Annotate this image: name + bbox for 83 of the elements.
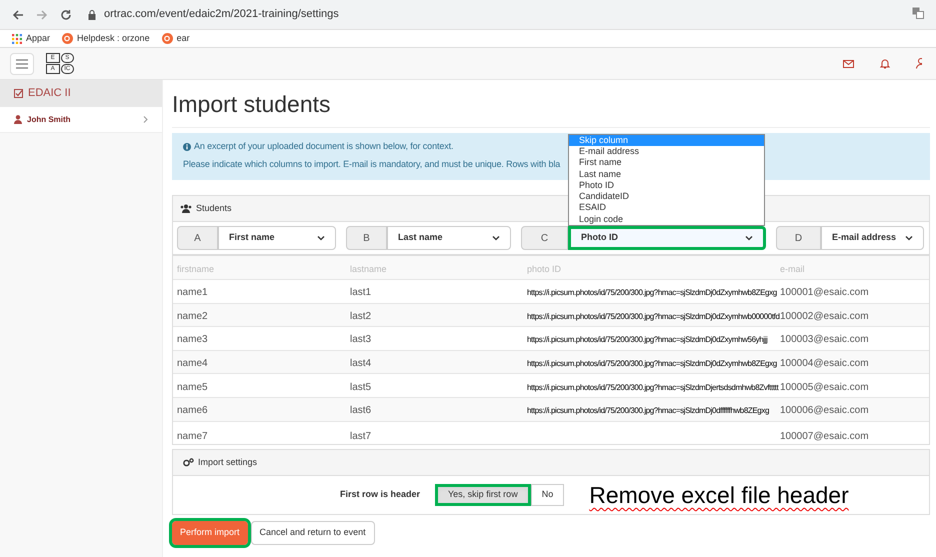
column-letter: D bbox=[776, 226, 821, 250]
caret-down-icon bbox=[317, 236, 325, 240]
info-icon bbox=[183, 142, 191, 151]
column-header: e-mail bbox=[780, 264, 805, 274]
dropdown-option[interactable]: Photo ID bbox=[569, 180, 764, 192]
table-cell: name5 bbox=[177, 382, 208, 393]
back-icon[interactable] bbox=[12, 8, 24, 20]
column-header: firstname bbox=[177, 264, 214, 274]
toggle-button[interactable]: Yes, skip first row bbox=[435, 484, 531, 506]
chevron-right-icon bbox=[143, 116, 148, 123]
table-cell: name1 bbox=[177, 287, 208, 298]
column-header: lastname bbox=[350, 264, 387, 274]
caret-down-icon bbox=[492, 236, 500, 240]
table-cell: last2 bbox=[350, 310, 372, 322]
sidebar-item[interactable]: John Smith bbox=[0, 107, 162, 133]
caret-down-icon bbox=[745, 236, 753, 240]
column-select[interactable]: Photo ID bbox=[568, 226, 766, 250]
url-text: ortrac.com/event/edaic2m/2021-training/settings bbox=[104, 7, 339, 22]
column-select[interactable]: Last name bbox=[387, 226, 511, 250]
annotation-text: Remove excel file header bbox=[589, 480, 849, 510]
reload-icon[interactable] bbox=[60, 8, 72, 20]
dropdown-option[interactable]: First name bbox=[569, 157, 764, 169]
table-cell: last5 bbox=[350, 382, 372, 393]
toggle-button[interactable]: No bbox=[530, 484, 564, 506]
table-cell: name2 bbox=[177, 310, 208, 322]
dropdown-option[interactable]: Login code bbox=[569, 214, 764, 225]
person-icon bbox=[14, 115, 22, 124]
dropdown-option[interactable]: Last name bbox=[569, 168, 764, 180]
sidebar-item[interactable]: EDAIC II bbox=[0, 80, 162, 107]
table-cell: 100003@esaic.com bbox=[780, 334, 869, 346]
bell-icon[interactable] bbox=[880, 58, 890, 69]
site-favicon-icon bbox=[62, 33, 74, 44]
group-icon bbox=[180, 204, 192, 213]
table-cell: 100001@esaic.com bbox=[780, 287, 869, 298]
table-cell: last7 bbox=[350, 430, 372, 442]
bookmark-link[interactable]: Helpdesk : orzone bbox=[77, 32, 150, 46]
alert-text: An excerpt of your uploaded document is shown below, for context. bbox=[194, 140, 454, 153]
table-cell: name4 bbox=[177, 358, 208, 370]
table-cell: https://i.picsum.photos/id/75/200/300.jpg?hmac=sjSlzdmDj0dZxymhwb8ZEgxg bbox=[527, 359, 777, 368]
table-cell: last1 bbox=[350, 287, 372, 298]
column-letter: B bbox=[346, 226, 387, 250]
panel-title: Students bbox=[196, 202, 232, 215]
lock-icon bbox=[88, 10, 96, 20]
site-favicon-icon bbox=[162, 33, 173, 44]
alert-text: Please indicate which columns to import. E-mail is mandatory, and must be unique. Rows with bla bbox=[183, 158, 560, 171]
dropdown-option[interactable]: CandidateID bbox=[569, 191, 764, 202]
gears-icon bbox=[183, 458, 194, 467]
table-cell: last3 bbox=[350, 334, 372, 346]
table-cell: name7 bbox=[177, 430, 208, 442]
table-cell: 100007@esaic.com bbox=[780, 430, 869, 442]
table-cell: name6 bbox=[177, 405, 208, 416]
column-header: photo ID bbox=[527, 264, 562, 274]
table-cell: https://i.picsum.photos/id/75/200/300.jpg?hmac=sjSlzdmDjertsdsdmhwb8Zvfttttt bbox=[527, 382, 778, 392]
apps-grid-icon bbox=[12, 34, 22, 44]
table-cell: https://i.picsum.photos/id/75/200/300.jpg?hmac=sjSlzdmDj0dZxymhw56yhjjj bbox=[527, 335, 768, 344]
bookmark-link[interactable]: Appar bbox=[26, 32, 50, 46]
dropdown-option[interactable]: E-mail address bbox=[569, 146, 764, 158]
table-cell: last6 bbox=[350, 405, 372, 416]
caret-down-icon bbox=[905, 236, 913, 240]
mail-icon[interactable] bbox=[843, 60, 854, 68]
panel-title: Import settings bbox=[198, 456, 258, 469]
column-letter: C bbox=[521, 226, 568, 250]
field-label: First row is header bbox=[340, 488, 420, 502]
table-cell: 100006@esaic.com bbox=[780, 405, 869, 416]
column-select[interactable]: E-mail address bbox=[821, 226, 924, 250]
table-cell: https://i.picsum.photos/id/75/200/300.jpg?hmac=sjSlzdmDj0dffffffhwb8ZEgxg bbox=[527, 406, 770, 416]
dropdown-option[interactable]: ESAID bbox=[569, 202, 764, 214]
table-cell: https://i.picsum.photos/id/75/200/300.jpg?hmac=sjSlzdmDj0dZxymhwb8ZEgxg bbox=[527, 288, 777, 298]
menu-button[interactable] bbox=[10, 52, 34, 74]
bookmark-link[interactable]: ear bbox=[176, 32, 190, 46]
table-cell: last4 bbox=[350, 358, 372, 370]
column-select[interactable]: First name bbox=[218, 226, 336, 250]
table-cell: 100004@esaic.com bbox=[780, 358, 869, 370]
checkbox-icon bbox=[14, 89, 23, 98]
table-cell: https://i.picsum.photos/id/75/200/300.jpg?hmac=sjSlzdmDj0dZxymhwb00000tfd bbox=[527, 312, 780, 321]
table-cell: name3 bbox=[177, 334, 208, 346]
column-letter: A bbox=[177, 226, 218, 250]
table-cell: 100002@esaic.com bbox=[780, 310, 869, 322]
page-title: Import students bbox=[172, 90, 930, 128]
translate-icon[interactable] bbox=[912, 6, 924, 18]
menu-icon bbox=[16, 58, 28, 68]
table-cell: 100005@esaic.com bbox=[780, 382, 869, 393]
action-button[interactable]: Cancel and return to event bbox=[250, 521, 375, 545]
